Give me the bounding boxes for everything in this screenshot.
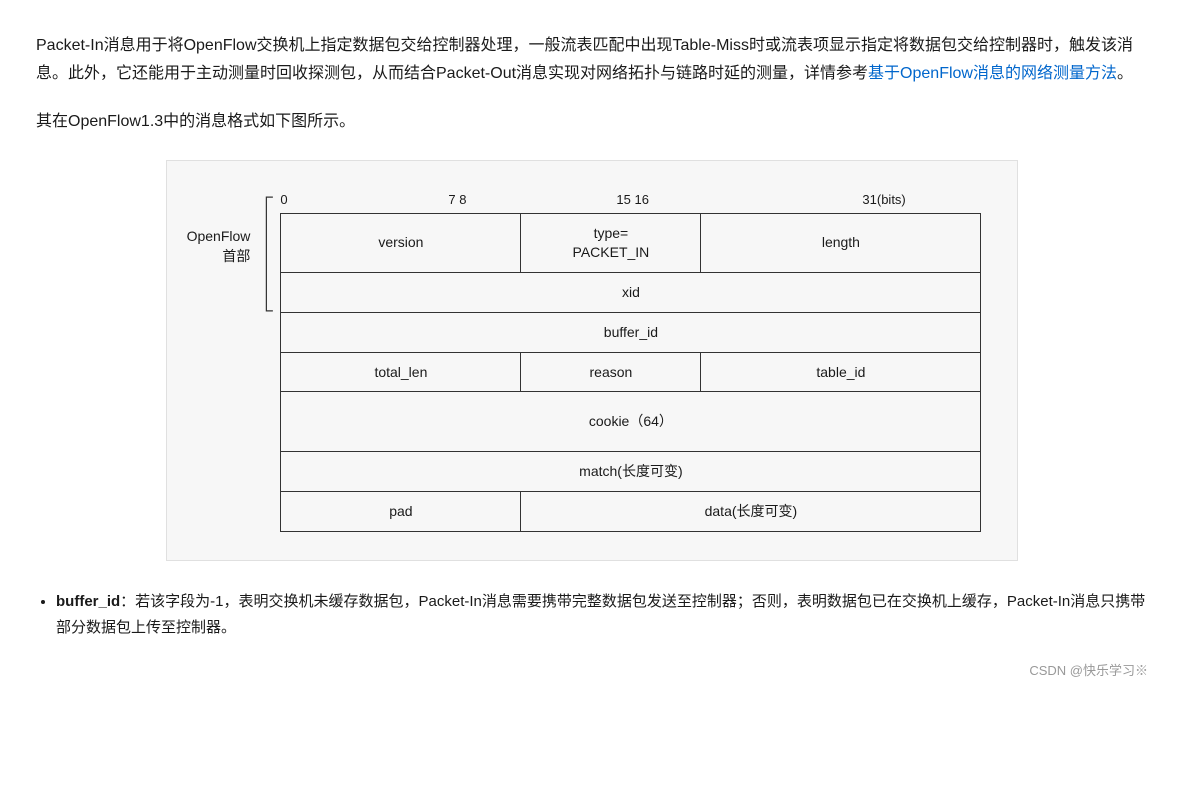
ruler-31: 31(bits) [862,189,905,211]
cell-total-len: total_len [281,352,521,392]
table-row: version type=PACKET_IN length [281,214,981,273]
table-row: xid [281,272,981,312]
bullet-list: buffer_id：若该字段为-1，表明交换机未缓存数据包，Packet-In消… [36,589,1148,642]
table-row: pad data(长度可变) [281,492,981,532]
table-row: match(长度可变) [281,452,981,492]
bullet-text: ：若该字段为-1，表明交换机未缓存数据包，Packet-In消息需要携带完整数据… [56,593,1145,636]
openflow-link[interactable]: 基于OpenFlow消息的网络测量方法 [868,65,1117,82]
openflow-header-label: OpenFlow 首部 [187,189,251,266]
table-row: total_len reason table_id [281,352,981,392]
cell-table-id: table_id [701,352,981,392]
intro-paragraph-1: Packet-In消息用于将OpenFlow交换机上指定数据包交给控制器处理，一… [36,32,1148,88]
cell-pad: pad [281,492,521,532]
cell-data: data(长度可变) [521,492,981,532]
csdn-watermark: CSDN @快乐学习※ [36,660,1148,682]
list-item-buffer-id: buffer_id：若该字段为-1，表明交换机未缓存数据包，Packet-In消… [56,589,1148,642]
table-row: cookie（64） [281,392,981,452]
cell-xid: xid [281,272,981,312]
bit-ruler: 0 7 8 15 16 31(bits) [280,189,920,213]
table-row: buffer_id [281,312,981,352]
cell-cookie: cookie（64） [281,392,981,452]
cell-length: length [701,214,981,273]
table-container: 0 7 8 15 16 31(bits) version type=PACKET… [280,189,981,532]
ruler-0: 0 [280,189,287,211]
diagram-inner: OpenFlow 首部 0 7 8 15 16 31(bits) [187,189,982,532]
cell-match: match(长度可变) [281,452,981,492]
ruler-1516: 15 16 [616,189,649,211]
ruler-78: 7 8 [448,189,466,211]
packet-in-diagram: OpenFlow 首部 0 7 8 15 16 31(bits) [36,160,1148,561]
bullet-key: buffer_id [56,593,120,610]
cell-buffer-id: buffer_id [281,312,981,352]
diagram-box: OpenFlow 首部 0 7 8 15 16 31(bits) [166,160,1019,561]
intro-paragraph-2: 其在OpenFlow1.3中的消息格式如下图所示。 [36,108,1148,136]
bracket-symbol [260,189,280,319]
cell-type: type=PACKET_IN [521,214,701,273]
cell-version: version [281,214,521,273]
packet-in-table: version type=PACKET_IN length xid buffer… [280,213,981,532]
cell-reason: reason [521,352,701,392]
